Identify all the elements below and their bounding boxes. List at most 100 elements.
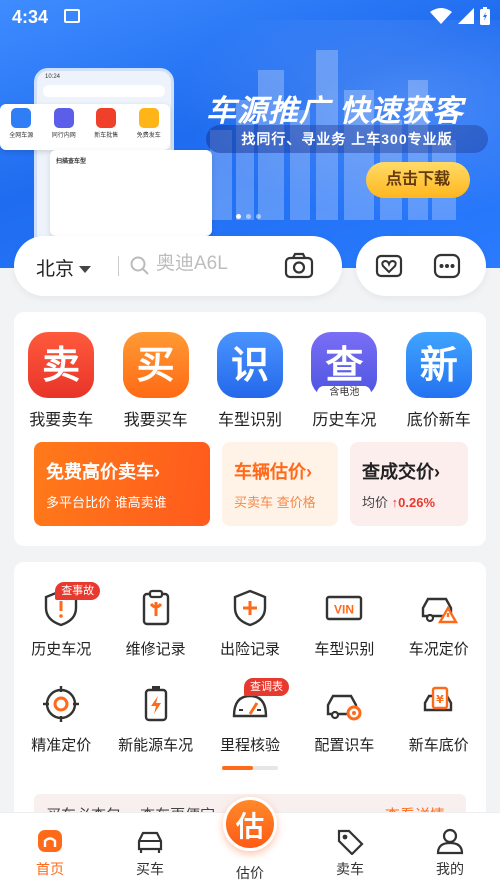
tab-estimate-label[interactable]: 估价 [210, 863, 290, 883]
favorites-icon[interactable] [374, 251, 404, 281]
target-icon [43, 686, 80, 722]
divider [118, 256, 119, 276]
shield-plus-icon [233, 589, 267, 627]
battery-status-icon [480, 7, 490, 25]
promo-title: 免费高价卖车› [46, 462, 160, 482]
banner-subline: 找同行、寻业务 上车300专业版 [206, 125, 488, 153]
quick-actions-row: 卖 我要卖车 买 我要买车 识 车型识别 查 含电池 历史车况 新 底价新车 [14, 332, 486, 430]
car-gear-icon [327, 694, 362, 721]
tool-label: 新车底价 [408, 737, 469, 754]
mockup-tile: 新车批售 [88, 108, 124, 150]
tool-new-car-price[interactable]: ¥ 新车底价 [392, 684, 486, 760]
tab-label: 首页 [36, 861, 64, 877]
gallery-notification-icon [64, 9, 80, 23]
tab-label: 卖车 [336, 861, 364, 877]
quick-action-sell[interactable]: 卖 我要卖车 [14, 332, 108, 430]
quick-action-label: 我要买车 [123, 412, 188, 429]
tool-label: 配置识车 [314, 737, 375, 754]
price-change: ↑0.26% [391, 495, 436, 510]
mockup-status: 10:24 [45, 74, 61, 80]
caret-down-icon [79, 266, 92, 274]
mockup-tile: 免费发车 [131, 108, 167, 150]
promo-subtitle: 多平台比价 谁高卖谁 [46, 495, 167, 510]
vin-icon: VIN [326, 595, 363, 621]
mockup-search-bar [43, 85, 165, 97]
camera-icon[interactable] [284, 252, 314, 280]
promo-deal-price[interactable]: 查成交价› 均价 ↑0.26% [350, 442, 468, 526]
quick-action-identify[interactable]: 识 车型识别 [203, 332, 297, 430]
banner-headline: 车源推广 快速获客 [206, 95, 464, 128]
city-selector[interactable]: 北京 [36, 254, 92, 281]
battery-tag: 含电池 [317, 386, 372, 400]
tool-label: 新能源车况 [118, 737, 194, 754]
tab-sell[interactable]: 卖车 [310, 827, 390, 879]
promo-valuation[interactable]: 车辆估价› 买卖车 查价格 [222, 442, 338, 526]
status-bar: 4:34 [0, 0, 500, 32]
mockup-scan-title: 扫描查车型 [56, 159, 87, 165]
odometer-badge: 查调表 [243, 678, 289, 696]
history-icon: 查 含电池 [311, 332, 378, 400]
quick-action-buy[interactable]: 买 我要买车 [108, 332, 202, 430]
tool-label: 历史车况 [31, 641, 92, 658]
tool-label: 维修记录 [125, 641, 186, 658]
tool-insurance[interactable]: 出险记录 [203, 588, 297, 664]
car-icon [137, 831, 163, 853]
quick-action-label: 历史车况 [312, 412, 377, 429]
quick-action-label: 底价新车 [406, 412, 471, 429]
quick-action-new-car[interactable]: 新 底价新车 [392, 332, 486, 430]
price-tag-icon: ¥ [423, 686, 452, 712]
battery-icon [144, 686, 167, 722]
tools-card: 查事故 历史车况 维修记录 出险记录 VIN 车型识别 车况定价 精准定价 新能… [14, 562, 486, 822]
new-car-icon: 新 [405, 332, 472, 398]
buy-icon: 买 [122, 332, 189, 398]
search-input[interactable] [156, 253, 276, 275]
wifi-icon [430, 8, 452, 24]
search-bar: 北京 [14, 236, 342, 296]
tool-config[interactable]: 配置识车 [297, 684, 391, 760]
tag-icon [337, 829, 364, 855]
user-icon [436, 828, 464, 855]
mockup-scan-card: 扫描查车型 [50, 150, 212, 236]
tools-scroll-fill [222, 766, 253, 770]
tab-mine[interactable]: 我的 [410, 827, 490, 879]
promo-title: 查成交价› [362, 462, 440, 482]
tools-grid: 查事故 历史车况 维修记录 出险记录 VIN 车型识别 车况定价 精准定价 新能… [14, 582, 486, 760]
download-button[interactable]: 点击下载 [366, 162, 470, 198]
more-icon[interactable] [432, 251, 462, 281]
city-skyline-graphic [210, 50, 456, 220]
header-actions [356, 236, 486, 296]
quick-action-history[interactable]: 查 含电池 历史车况 [297, 332, 391, 430]
tool-maintenance[interactable]: 维修记录 [108, 588, 202, 664]
tool-ev-condition[interactable]: 新能源车况 [108, 684, 202, 760]
tool-label: 车况定价 [408, 641, 469, 658]
quick-actions-card: 卖 我要卖车 买 我要买车 识 车型识别 查 含电池 历史车况 新 底价新车 免… [14, 312, 486, 546]
tool-label: 精准定价 [31, 737, 92, 754]
tool-condition-price[interactable]: 车况定价 [392, 588, 486, 664]
tool-mileage[interactable]: 查调表 里程核验 [203, 678, 297, 760]
sell-icon: 卖 [28, 332, 95, 398]
promo-title: 车辆估价› [234, 462, 312, 482]
tool-label: 出险记录 [219, 641, 280, 658]
city-label: 北京 [36, 259, 75, 280]
tool-history[interactable]: 查事故 历史车况 [14, 582, 108, 664]
car-warning-icon [421, 597, 458, 624]
tool-vin[interactable]: VIN 车型识别 [297, 588, 391, 664]
promo-banner[interactable]: 4:34 10:24 全网车源 同行内网 新车批售 免费发车 扫描查车型 车源推… [0, 0, 500, 268]
promo-sell-high[interactable]: 免费高价卖车› 多平台比价 谁高卖谁 [34, 442, 210, 526]
tool-precise-price[interactable]: 精准定价 [14, 684, 108, 760]
tool-label: 车型识别 [314, 641, 375, 658]
home-icon [38, 830, 62, 852]
mockup-tile: 全网车源 [3, 108, 39, 150]
estimate-icon[interactable]: 估 [223, 797, 277, 851]
promo-subtitle: 买卖车 查价格 [234, 495, 316, 510]
bottom-tab-bar: 首页 买车 估 估价 卖车 我的 [0, 797, 500, 889]
search-icon [130, 256, 149, 275]
quick-action-label: 车型识别 [217, 412, 282, 429]
tools-scroll-indicator [222, 766, 278, 770]
tab-buy[interactable]: 买车 [110, 827, 190, 879]
promo-subtitle: 均价 ↑0.26% [362, 495, 436, 510]
tool-label: 里程核验 [219, 737, 280, 754]
wrench-clipboard-icon [142, 589, 169, 626]
tab-home[interactable]: 首页 [10, 827, 90, 879]
tab-label: 买车 [136, 861, 164, 877]
